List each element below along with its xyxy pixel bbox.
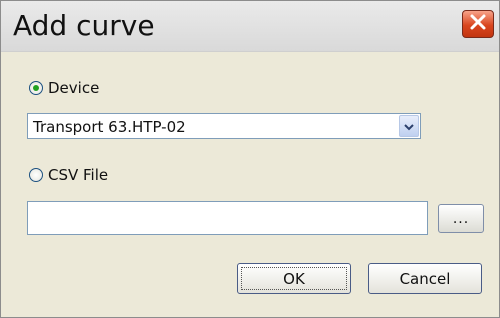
cancel-button-label: Cancel <box>399 269 451 288</box>
device-select[interactable]: Transport 63.HTP-02 <box>27 113 421 139</box>
device-radio-option[interactable]: Device <box>29 79 99 97</box>
device-radio[interactable] <box>29 81 43 95</box>
cancel-button[interactable]: Cancel <box>368 263 482 294</box>
ok-button-label: OK <box>283 269 305 288</box>
close-button[interactable] <box>462 10 494 38</box>
csv-radio-label: CSV File <box>48 166 109 184</box>
device-radio-label: Device <box>48 79 100 97</box>
radio-selected-dot <box>33 85 39 91</box>
ok-button[interactable]: OK <box>237 263 351 294</box>
chevron-down-icon <box>404 117 414 135</box>
dialog-content: Device Transport 63.HTP-02 CSV File ... … <box>1 52 499 317</box>
device-select-value: Transport 63.HTP-02 <box>33 118 186 136</box>
csv-file-path-input[interactable] <box>27 201 428 235</box>
browse-button[interactable]: ... <box>438 204 484 233</box>
csv-radio-option[interactable]: CSV File <box>29 166 108 184</box>
close-icon <box>469 13 487 35</box>
dialog-title: Add curve <box>13 9 155 42</box>
csv-radio[interactable] <box>29 168 43 182</box>
title-bar[interactable]: Add curve <box>1 1 499 52</box>
add-curve-dialog: Add curve Device Transport 63.HTP-02 CSV… <box>0 0 500 318</box>
dropdown-button[interactable] <box>399 115 419 137</box>
